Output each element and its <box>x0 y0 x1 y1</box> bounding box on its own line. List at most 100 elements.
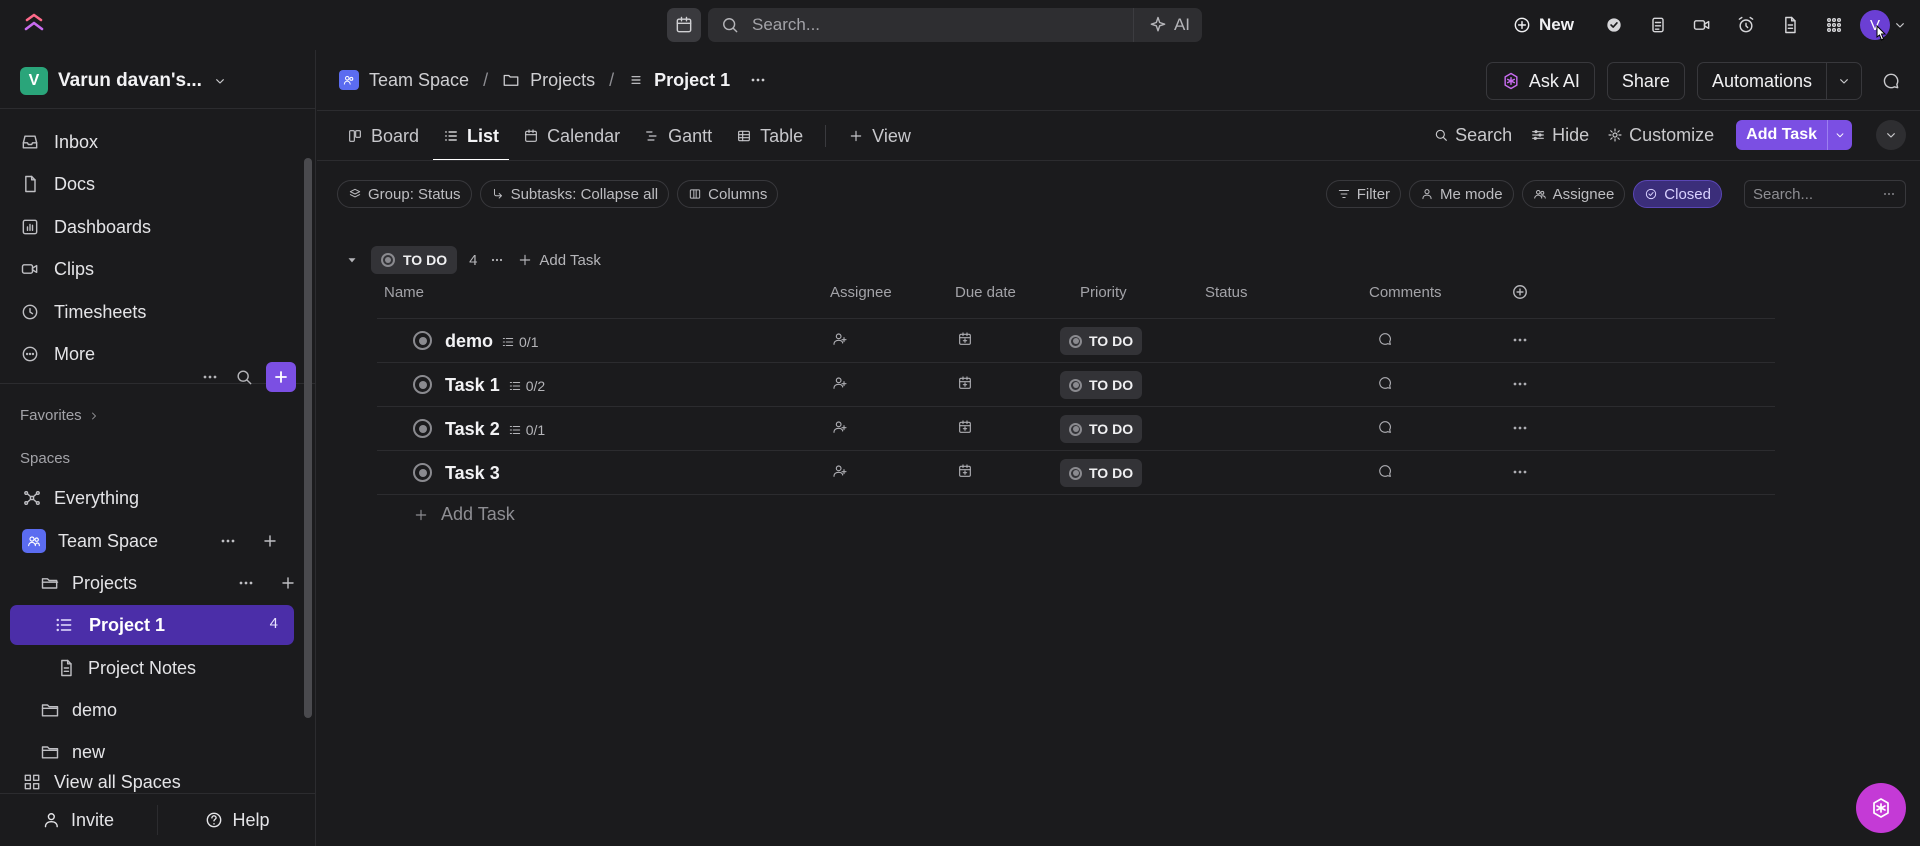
list-search-input[interactable]: Search... <box>1744 180 1906 208</box>
sidebar-item-timesheets[interactable]: Timesheets <box>20 294 146 330</box>
set-due-date-icon[interactable] <box>957 463 973 479</box>
add-assignee-icon[interactable] <box>832 375 848 391</box>
table-row[interactable]: Task 1 0/2 TO DO <box>377 363 1775 406</box>
task-name[interactable]: Task 2 0/1 <box>445 419 545 440</box>
sidebar-item-inbox[interactable]: Inbox <box>20 124 98 160</box>
docs-button[interactable] <box>1768 8 1812 42</box>
notepad-button[interactable] <box>1636 8 1680 42</box>
invite-button[interactable]: Invite <box>0 805 158 835</box>
add-assignee-icon[interactable] <box>832 463 848 479</box>
hide-button[interactable]: Hide <box>1530 125 1589 146</box>
table-row[interactable]: Task 2 0/1 TO DO <box>377 407 1775 450</box>
chevron-down-icon[interactable] <box>1892 17 1908 33</box>
task-name[interactable]: demo 0/1 <box>445 331 538 352</box>
set-due-date-icon[interactable] <box>957 375 973 391</box>
column-header-assignee[interactable]: Assignee <box>830 284 892 301</box>
sidebar-item-projects[interactable]: Projects <box>40 563 302 603</box>
ellipsis-icon[interactable] <box>1881 186 1897 202</box>
calendar-button[interactable] <box>667 8 701 42</box>
breadcrumb-project-1[interactable]: Project 1 <box>654 70 730 91</box>
sidebar-item-new[interactable]: new <box>40 732 105 772</box>
ellipsis-icon[interactable] <box>236 573 256 593</box>
task-status-icon[interactable] <box>413 419 432 438</box>
column-header-status[interactable]: Status <box>1205 284 1248 301</box>
group-add-task-button[interactable]: Add Task <box>517 252 601 269</box>
tab-gantt[interactable]: Gantt <box>634 112 722 160</box>
row-more-icon[interactable] <box>1510 418 1530 438</box>
group-status-pill[interactable]: TO DO <box>371 246 458 274</box>
me-mode-chip[interactable]: Me mode <box>1409 180 1514 208</box>
share-button[interactable]: Share <box>1606 62 1685 100</box>
subtask-count[interactable]: 0/1 <box>501 334 538 350</box>
subtask-count[interactable]: 0/1 <box>508 422 545 438</box>
table-row[interactable]: demo 0/1 TO DO <box>377 319 1775 362</box>
reminder-button[interactable] <box>1724 8 1768 42</box>
set-due-date-icon[interactable] <box>957 419 973 435</box>
task-name[interactable]: Task 3 <box>445 463 500 484</box>
tab-table[interactable]: Table <box>726 112 813 160</box>
chat-button[interactable] <box>1874 62 1908 100</box>
spaces-more-button[interactable] <box>198 365 222 389</box>
task-status-icon[interactable] <box>413 375 432 394</box>
add-view-button[interactable]: View <box>838 112 921 160</box>
help-button[interactable]: Help <box>158 810 316 831</box>
task-status-icon[interactable] <box>413 331 432 350</box>
ellipsis-icon[interactable] <box>489 252 505 268</box>
subtasks-chip[interactable]: Subtasks: Collapse all <box>479 180 670 208</box>
task-status-pill[interactable]: TO DO <box>1060 415 1143 443</box>
ai-search-button[interactable]: AI <box>1132 8 1202 42</box>
group-by-chip[interactable]: Group: Status <box>337 180 472 208</box>
tab-list[interactable]: List <box>433 112 510 161</box>
table-row[interactable]: Task 3 TO DO <box>377 451 1775 494</box>
subtask-count[interactable]: 0/2 <box>508 378 545 394</box>
automations-button[interactable]: Automations <box>1696 62 1862 100</box>
customize-button[interactable]: Customize <box>1607 125 1714 146</box>
plus-icon[interactable] <box>260 531 280 551</box>
ellipsis-icon[interactable] <box>748 70 768 90</box>
breadcrumb-projects[interactable]: Projects <box>530 70 595 91</box>
comment-icon[interactable] <box>1377 331 1393 347</box>
assignee-chip[interactable]: Assignee <box>1521 180 1626 208</box>
row-more-icon[interactable] <box>1510 374 1530 394</box>
row-more-icon[interactable] <box>1510 330 1530 350</box>
new-button[interactable]: New <box>1512 15 1574 35</box>
record-clip-button[interactable] <box>1680 8 1724 42</box>
comment-icon[interactable] <box>1377 463 1393 479</box>
tab-calendar[interactable]: Calendar <box>513 112 630 160</box>
closed-chip[interactable]: Closed <box>1633 180 1722 208</box>
spaces-search-button[interactable] <box>232 365 256 389</box>
add-column-icon[interactable] <box>1510 282 1530 302</box>
column-header-due-date[interactable]: Due date <box>955 284 1016 301</box>
sidebar-item-clips[interactable]: Clips <box>20 251 94 287</box>
plus-icon[interactable] <box>278 573 298 593</box>
caret-down-icon[interactable] <box>345 253 359 267</box>
sidebar-item-demo[interactable]: demo <box>40 690 117 730</box>
add-task-button[interactable]: Add Task <box>1736 120 1852 150</box>
automations-dropdown[interactable] <box>1827 63 1861 99</box>
task-status-pill[interactable]: TO DO <box>1060 371 1143 399</box>
comment-icon[interactable] <box>1377 375 1393 391</box>
search-tasks-button[interactable]: Search <box>1433 125 1512 146</box>
ask-ai-button[interactable]: Ask AI <box>1485 62 1595 100</box>
set-due-date-icon[interactable] <box>957 331 973 347</box>
ellipsis-icon[interactable] <box>218 531 238 551</box>
column-header-comments[interactable]: Comments <box>1369 284 1442 301</box>
apps-button[interactable] <box>1812 8 1856 42</box>
tasks-check-button[interactable] <box>1592 8 1636 42</box>
column-header-priority[interactable]: Priority <box>1080 284 1127 301</box>
filter-chip[interactable]: Filter <box>1325 180 1402 208</box>
row-more-icon[interactable] <box>1510 462 1530 482</box>
sidebar-item-team-space[interactable]: Team Space <box>22 521 302 561</box>
sidebar-item-project-notes[interactable]: Project Notes <box>56 648 196 688</box>
create-space-button[interactable] <box>266 362 296 392</box>
sidebar-item-everything[interactable]: Everything <box>22 478 139 518</box>
workspace-switcher[interactable]: V Varun davan's... <box>20 66 228 96</box>
sidebar-scrollbar[interactable] <box>304 158 312 718</box>
sidebar-item-more[interactable]: More <box>20 336 95 372</box>
columns-chip[interactable]: Columns <box>677 180 779 208</box>
global-search[interactable]: Search... AI <box>708 8 1202 42</box>
breadcrumb-team-space[interactable]: Team Space <box>369 70 469 91</box>
task-status-pill[interactable]: TO DO <box>1060 327 1143 355</box>
add-assignee-icon[interactable] <box>832 419 848 435</box>
sidebar-item-docs[interactable]: Docs <box>20 166 95 202</box>
